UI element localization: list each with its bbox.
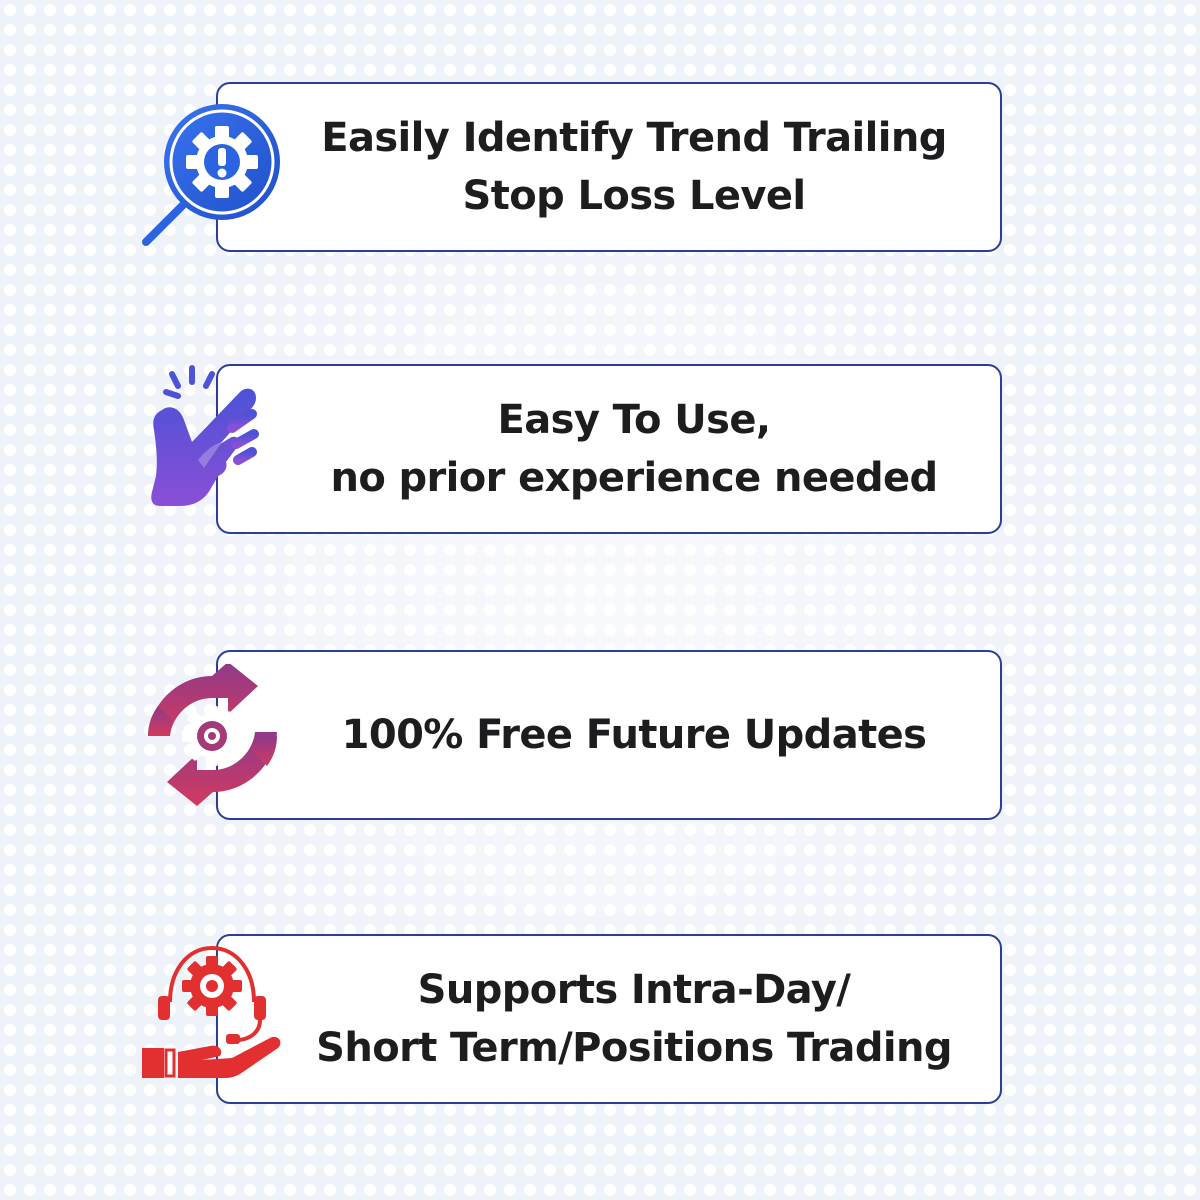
gear-refresh-icon (140, 664, 285, 809)
feature-card-box: Supports Intra-Day/ Short Term/Positions… (216, 934, 1002, 1104)
feature-card-1: Easily Identify Trend Trailing Stop Loss… (140, 82, 1002, 254)
feature-card-box: 100% Free Future Updates (216, 650, 1002, 820)
feature-line: Stop Loss Level (462, 173, 806, 219)
gear-headset-hand-icon (140, 934, 285, 1079)
feature-card-4: Supports Intra-Day/ Short Term/Positions… (140, 934, 1002, 1106)
feature-list-page: { "features": [ { "icon": "gear-alert-ma… (0, 0, 1200, 1200)
feature-card-box: Easily Identify Trend Trailing Stop Loss… (216, 82, 1002, 252)
feature-card-3: 100% Free Future Updates (140, 650, 1002, 822)
feature-line: Easy To Use, (497, 397, 772, 443)
feature-text: Easily Identify Trend Trailing Stop Loss… (261, 109, 957, 225)
feature-card-2: Easy To Use, no prior experience needed (140, 364, 1002, 536)
feature-text: Easy To Use, no prior experience needed (270, 391, 947, 507)
feature-line: 100% Free Future Updates (341, 712, 927, 758)
tap-hand-icon (140, 364, 285, 509)
feature-line: no prior experience needed (330, 455, 938, 501)
feature-card-box: Easy To Use, no prior experience needed (216, 364, 1002, 534)
feature-line: Short Term/Positions Trading (316, 1025, 952, 1071)
feature-text: 100% Free Future Updates (282, 706, 937, 764)
feature-line: Supports Intra-Day/ (417, 967, 851, 1013)
feature-text: Supports Intra-Day/ Short Term/Positions… (256, 961, 962, 1077)
feature-line: Easily Identify Trend Trailing (321, 115, 947, 161)
gear-alert-magnifier-icon (140, 104, 285, 249)
